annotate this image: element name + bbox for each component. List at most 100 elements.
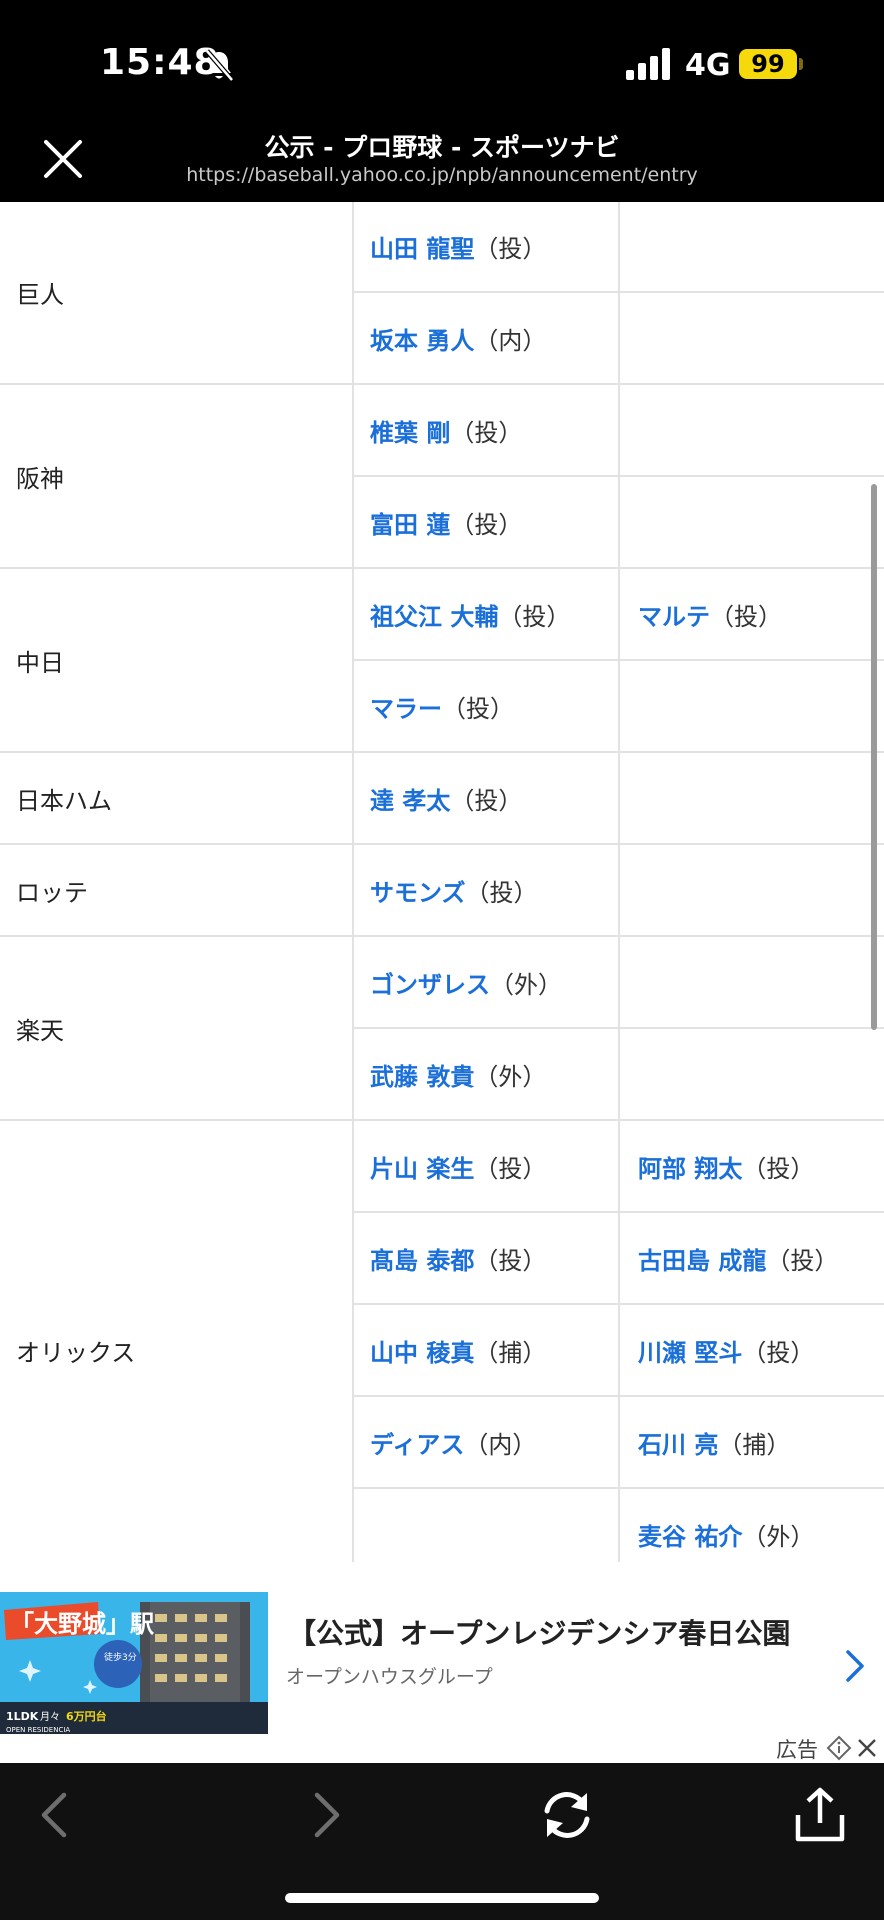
player-position: （外）: [742, 1522, 815, 1551]
ad-image-layout: 1LDK: [6, 1710, 39, 1723]
player-position: （捕）: [718, 1430, 791, 1459]
page-url[interactable]: https://baseball.yahoo.co.jp/npb/announc…: [0, 164, 884, 186]
player-link[interactable]: 富田 蓮: [370, 511, 450, 539]
player-position: （捕）: [474, 1338, 547, 1367]
player-link[interactable]: 阿部 翔太: [638, 1155, 742, 1183]
team-cell: オリックス: [0, 1119, 354, 1562]
player-cell: 麦谷 祐介（外）: [619, 1487, 884, 1562]
team-cell: 楽天: [0, 935, 354, 1120]
player-cell-empty: [353, 1487, 620, 1562]
team-cell: 中日: [0, 567, 354, 752]
forward-icon[interactable]: [295, 1785, 355, 1845]
player-link[interactable]: 石川 亮: [638, 1431, 718, 1459]
player-position: （内）: [474, 326, 547, 355]
network-type: 4G: [685, 48, 731, 83]
player-cell-empty: [619, 475, 884, 568]
player-link[interactable]: ゴンザレス: [370, 971, 490, 999]
player-link[interactable]: 片山 楽生: [370, 1155, 474, 1183]
player-link[interactable]: 山田 龍聖: [370, 235, 474, 263]
table-row: 阪神 椎葉 剛（投）: [0, 383, 884, 568]
player-link[interactable]: 坂本 勇人: [370, 327, 474, 355]
player-link[interactable]: 川瀬 堅斗: [638, 1339, 742, 1367]
player-cell: 髙島 泰都（投）: [353, 1211, 620, 1304]
player-link[interactable]: 麦谷 祐介: [638, 1523, 742, 1551]
status-bar: 15:48 4G 99: [0, 0, 884, 118]
team-cell: ロッテ: [0, 843, 354, 936]
player-link[interactable]: マルテ: [638, 603, 710, 631]
table-row: オリックス 片山 楽生（投） 阿部 翔太（投）: [0, 1119, 884, 1562]
player-cell: 達 孝太（投）: [353, 751, 620, 844]
player-cell: 山田 龍聖（投）: [353, 202, 620, 292]
player-position: （投）: [442, 694, 514, 723]
player-position: （投）: [474, 1246, 547, 1275]
ad-info-icon[interactable]: [826, 1735, 852, 1761]
player-link[interactable]: 武藤 敦貴: [370, 1063, 474, 1091]
ad-banner[interactable]: 「大野城」駅 徒歩3分 1LDK 月々 6万円台 OPEN RESIDENCIA…: [0, 1562, 884, 1762]
player-cell-empty: [619, 751, 884, 844]
player-link[interactable]: 祖父江 大輔: [370, 603, 498, 631]
player-cell: マラー（投）: [353, 659, 620, 752]
player-cell: 武藤 敦貴（外）: [353, 1027, 620, 1120]
table-row: 中日 祖父江 大輔（投） マルテ（投）: [0, 567, 884, 752]
player-position: （投）: [474, 1154, 547, 1183]
ad-image[interactable]: 「大野城」駅 徒歩3分 1LDK 月々 6万円台 OPEN RESIDENCIA: [0, 1592, 268, 1734]
player-link[interactable]: マラー: [370, 695, 442, 723]
player-position: （投）: [474, 235, 547, 263]
ad-image-price: 6万円台: [66, 1709, 107, 1723]
player-cell: サモンズ（投）: [353, 843, 620, 936]
player-cell-empty: [619, 843, 884, 936]
player-cell-empty: [619, 659, 884, 752]
ad-title[interactable]: 【公式】オープンレジデンシア春日公園: [288, 1612, 790, 1652]
ad-label-wrap: 広告: [776, 1734, 818, 1762]
player-link[interactable]: 椎葉 剛: [370, 419, 450, 447]
player-cell: マルテ（投）: [619, 567, 884, 660]
team-cell: 巨人: [0, 202, 354, 384]
reload-icon[interactable]: [537, 1785, 597, 1845]
player-cell-empty: [619, 291, 884, 384]
player-link[interactable]: サモンズ: [370, 879, 466, 907]
player-link[interactable]: 山中 稜真: [370, 1339, 474, 1367]
player-cell: 椎葉 剛（投）: [353, 383, 620, 476]
roster-table: 巨人 山田 龍聖（投） 坂本 勇人（内） 阪神 椎葉 剛（投） 富田 蓮（投） …: [0, 202, 884, 1562]
table-row: 巨人 山田 龍聖（投）: [0, 202, 884, 384]
player-cell: 祖父江 大輔（投）: [353, 567, 620, 660]
player-cell: ゴンザレス（外）: [353, 935, 620, 1028]
player-link[interactable]: ディアス: [370, 1431, 464, 1459]
player-cell-empty: [619, 935, 884, 1028]
player-position: （投）: [710, 602, 782, 631]
ad-image-walk: 徒歩3分: [104, 1651, 137, 1663]
back-icon[interactable]: [26, 1785, 86, 1845]
player-position: （投）: [450, 786, 523, 815]
page-title: 公示 - プロ野球 - スポーツナビ: [264, 133, 620, 162]
player-cell: 富田 蓮（投）: [353, 475, 620, 568]
player-link[interactable]: 古田島 成龍: [638, 1247, 766, 1275]
player-position: （投）: [742, 1338, 815, 1367]
ad-label: 広告: [776, 1738, 818, 1762]
player-cell: ディアス（内）: [353, 1395, 620, 1488]
player-position: （投）: [766, 1246, 839, 1275]
player-link[interactable]: 髙島 泰都: [370, 1247, 474, 1275]
player-position: （投）: [498, 602, 571, 631]
home-indicator[interactable]: [285, 1893, 599, 1903]
ad-image-brand: OPEN RESIDENCIA: [6, 1726, 70, 1734]
player-cell: 川瀬 堅斗（投）: [619, 1303, 884, 1396]
scrollbar[interactable]: [871, 484, 877, 1030]
player-cell: 山中 稜真（捕）: [353, 1303, 620, 1396]
player-position: （投）: [450, 510, 523, 539]
player-position: （外）: [474, 1062, 547, 1091]
status-time: 15:48: [100, 42, 220, 83]
battery-level: 99: [739, 49, 797, 79]
ad-close-icon[interactable]: [856, 1737, 878, 1759]
ad-image-station: 「大野城」駅: [10, 1610, 154, 1638]
chevron-right-icon[interactable]: [842, 1646, 868, 1686]
player-position: （投）: [465, 878, 538, 907]
ad-image-price-prefix: 月々: [40, 1711, 60, 1723]
table-row: 日本ハム 達 孝太（投）: [0, 751, 884, 844]
player-link[interactable]: 達 孝太: [370, 787, 450, 815]
share-icon[interactable]: [790, 1785, 850, 1845]
table-row: 楽天 ゴンザレス（外）: [0, 935, 884, 1120]
player-cell: 古田島 成龍（投）: [619, 1211, 884, 1304]
player-position: （投）: [742, 1154, 815, 1183]
player-cell-empty: [619, 1027, 884, 1120]
player-cell-empty: [619, 383, 884, 476]
